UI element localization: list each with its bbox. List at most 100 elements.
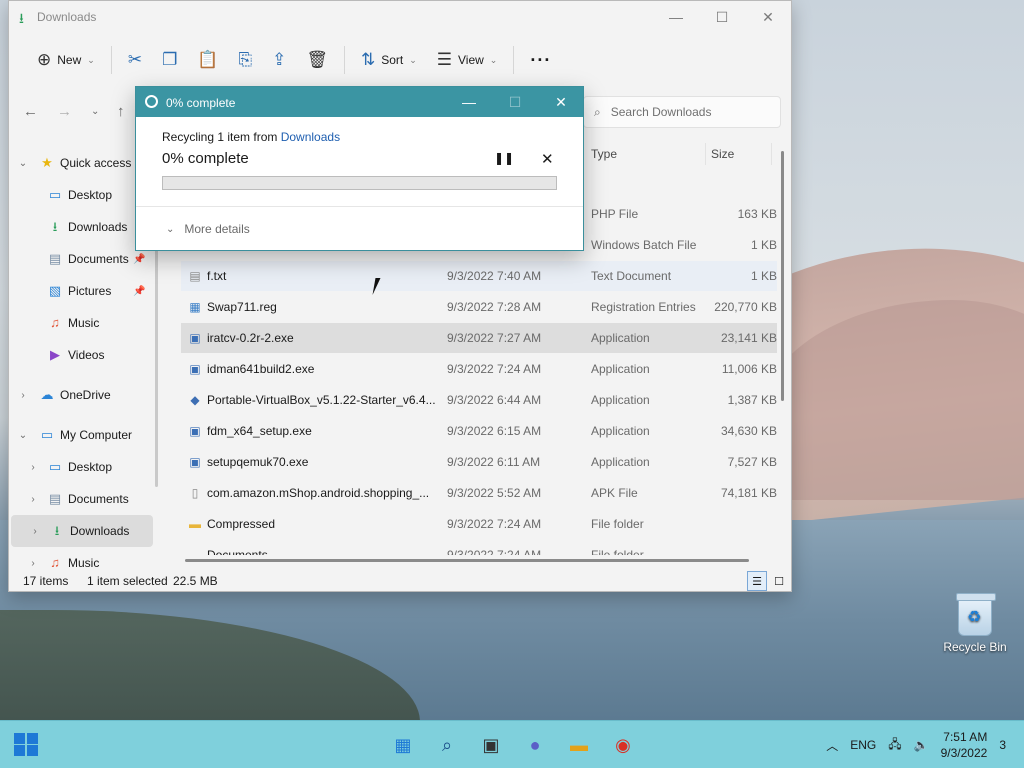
sidebar-item-label: Quick access bbox=[60, 156, 132, 170]
chevron-right-icon[interactable]: › bbox=[27, 558, 39, 568]
sidebar-item[interactable]: › ☁ OneDrive bbox=[9, 379, 155, 411]
new-button[interactable]: ⊕ New ⌄ bbox=[27, 44, 105, 76]
chevron-right-icon[interactable]: › bbox=[27, 462, 39, 473]
cut-button[interactable]: ✂ bbox=[118, 44, 152, 76]
chevron-right-icon[interactable]: › bbox=[27, 494, 39, 505]
dialog-titlebar[interactable]: 0% complete — ☐ ✕ bbox=[136, 87, 583, 117]
sidebar-item-label: Documents bbox=[68, 492, 129, 506]
file-size: 1,387 KB bbox=[727, 393, 777, 407]
navigation-pane: ⌄ ★ Quick access ▭ Desktop ⭳ Downloads ▤… bbox=[9, 147, 155, 567]
dialog-close-button[interactable]: ✕ bbox=[538, 87, 584, 117]
search-box[interactable]: ⌕ Search Downloads bbox=[583, 96, 781, 128]
chevron-down-icon[interactable]: ⌄ bbox=[17, 430, 29, 441]
clock-icon bbox=[145, 95, 158, 108]
tiles-view-button[interactable]: ☐ bbox=[769, 571, 789, 591]
percent-complete: 0% complete bbox=[162, 150, 249, 167]
file-row[interactable]: ▬ Documents 9/3/2022 7:24 AM File folder bbox=[181, 540, 777, 555]
pin-icon[interactable]: 📌 bbox=[133, 286, 145, 297]
share-button[interactable]: ⇪ bbox=[262, 44, 296, 76]
rename-icon: ⎘ bbox=[238, 50, 253, 69]
recycle-bin-shortcut[interactable]: ♻ Recycle Bin bbox=[942, 593, 1008, 654]
language-indicator[interactable]: ENG bbox=[850, 738, 876, 752]
column-divider[interactable] bbox=[705, 143, 706, 165]
sidebar-item[interactable]: › ⭳ Downloads bbox=[11, 515, 153, 547]
recent-locations-chevron-icon[interactable]: ⌄ bbox=[91, 106, 99, 117]
pin-icon[interactable]: 📌 bbox=[133, 254, 145, 265]
download-arrow-icon: ⭳ bbox=[52, 219, 58, 234]
source-folder-link[interactable]: Downloads bbox=[281, 130, 340, 144]
sidebar-item-label: Desktop bbox=[68, 460, 113, 474]
file-row[interactable]: ▦ Swap711.reg 9/3/2022 7:28 AM Registrat… bbox=[181, 292, 777, 322]
file-type: File folder bbox=[591, 548, 644, 555]
sidebar-item[interactable]: ♫ Music bbox=[9, 307, 155, 339]
computer-icon: ▭ bbox=[40, 427, 54, 442]
more-options-button[interactable]: ··· bbox=[520, 44, 561, 76]
chevron-right-icon[interactable]: › bbox=[29, 526, 41, 537]
close-button[interactable]: ✕ bbox=[745, 1, 791, 33]
search-icon[interactable]: ⌕ bbox=[432, 731, 462, 759]
file-type: APK File bbox=[591, 486, 638, 500]
task-view-icon[interactable]: ▣ bbox=[476, 731, 506, 759]
clock-time: 7:51 AM bbox=[943, 730, 988, 744]
paste-button[interactable]: 📋 bbox=[187, 44, 228, 76]
file-list-vertical-scrollbar[interactable] bbox=[781, 151, 784, 401]
tiles-view-icon: ☐ bbox=[774, 576, 784, 588]
show-hidden-icons-chevron-icon[interactable]: ︿ bbox=[826, 737, 838, 754]
more-details-toggle[interactable]: ⌄ More details bbox=[166, 222, 250, 236]
file-date: 9/3/2022 7:24 AM bbox=[447, 362, 542, 376]
file-row[interactable]: ▣ idman641build2.exe 9/3/2022 7:24 AM Ap… bbox=[181, 354, 777, 384]
sort-button[interactable]: ⇅ Sort ⌄ bbox=[351, 44, 427, 76]
start-button[interactable] bbox=[14, 733, 40, 757]
view-button[interactable]: ☰ View ⌄ bbox=[427, 44, 508, 76]
up-arrow-icon[interactable]: ↑ bbox=[117, 103, 125, 120]
details-view-button[interactable]: ☰ bbox=[747, 571, 767, 591]
back-arrow-icon[interactable]: ← bbox=[23, 103, 38, 120]
sidebar-item[interactable]: ▭ Desktop bbox=[9, 179, 155, 211]
volume-icon[interactable]: 🔈 bbox=[914, 738, 929, 752]
copy-button[interactable]: ❐ bbox=[152, 44, 187, 76]
sidebar-item[interactable]: ▤ Documents 📌 bbox=[9, 243, 155, 275]
operation-text: Recycling 1 item from bbox=[162, 130, 281, 144]
sidebar-item[interactable]: ⌄ ★ Quick access bbox=[9, 147, 155, 179]
sidebar-item[interactable]: › ♫ Music bbox=[9, 547, 155, 567]
dialog-maximize-button[interactable]: ☐ bbox=[492, 87, 538, 117]
pause-button[interactable]: ❚❚ bbox=[494, 151, 514, 165]
file-row[interactable]: ◆ Portable-VirtualBox_v5.1.22-Starter_v6… bbox=[181, 385, 777, 415]
forward-arrow-icon[interactable]: → bbox=[57, 103, 72, 120]
sidebar-item[interactable]: › ▭ Desktop bbox=[9, 451, 155, 483]
chat-icon[interactable]: ● bbox=[520, 731, 550, 759]
chevron-down-icon[interactable]: ⌄ bbox=[17, 158, 29, 169]
delete-button[interactable]: 🗑 bbox=[296, 44, 338, 76]
file-row[interactable]: ▯ com.amazon.mShop.android.shopping_... … bbox=[181, 478, 777, 508]
notification-count-badge[interactable]: 3 bbox=[999, 738, 1006, 752]
chrome-icon[interactable]: ◉ bbox=[608, 731, 638, 759]
file-date: 9/3/2022 7:24 AM bbox=[447, 548, 542, 555]
cancel-operation-button[interactable]: ✕ bbox=[541, 150, 554, 168]
column-type[interactable]: Type bbox=[591, 147, 617, 161]
file-explorer-icon[interactable]: ▬ bbox=[564, 731, 594, 759]
column-divider[interactable] bbox=[771, 143, 772, 165]
window-titlebar[interactable]: ⭳ Downloads — ☐ ✕ bbox=[9, 1, 791, 33]
file-type: File folder bbox=[591, 517, 644, 531]
sidebar-item[interactable]: ▧ Pictures 📌 bbox=[9, 275, 155, 307]
minimize-button[interactable]: — bbox=[653, 1, 699, 33]
sidebar-item[interactable]: › ▤ Documents bbox=[9, 483, 155, 515]
network-icon[interactable]: 🖧 bbox=[888, 735, 901, 756]
file-row[interactable]: ▣ setupqemuk70.exe 9/3/2022 6:11 AM Appl… bbox=[181, 447, 777, 477]
rename-button[interactable]: ⎘ bbox=[228, 44, 262, 76]
dialog-divider bbox=[136, 206, 583, 207]
system-clock[interactable]: 7:51 AM 9/3/2022 bbox=[941, 729, 988, 761]
column-size[interactable]: Size bbox=[711, 147, 734, 161]
file-row[interactable]: ▣ fdm_x64_setup.exe 9/3/2022 6:15 AM App… bbox=[181, 416, 777, 446]
file-row[interactable]: ▤ f.txt 9/3/2022 7:40 AM Text Document 1… bbox=[181, 261, 777, 291]
maximize-button[interactable]: ☐ bbox=[699, 1, 745, 33]
chevron-right-icon[interactable]: › bbox=[17, 390, 29, 401]
sidebar-item[interactable]: ▶ Videos bbox=[9, 339, 155, 371]
sidebar-item[interactable]: ⌄ ▭ My Computer bbox=[9, 419, 155, 451]
dialog-minimize-button[interactable]: — bbox=[446, 87, 492, 117]
file-list-horizontal-scrollbar[interactable] bbox=[185, 559, 749, 562]
start-menu-icon[interactable]: ▦ bbox=[388, 731, 418, 759]
sidebar-item[interactable]: ⭳ Downloads bbox=[9, 211, 155, 243]
file-row[interactable]: ▬ Compressed 9/3/2022 7:24 AM File folde… bbox=[181, 509, 777, 539]
file-row[interactable]: ▣ iratcv-0.2r-2.exe 9/3/2022 7:27 AM App… bbox=[181, 323, 777, 353]
